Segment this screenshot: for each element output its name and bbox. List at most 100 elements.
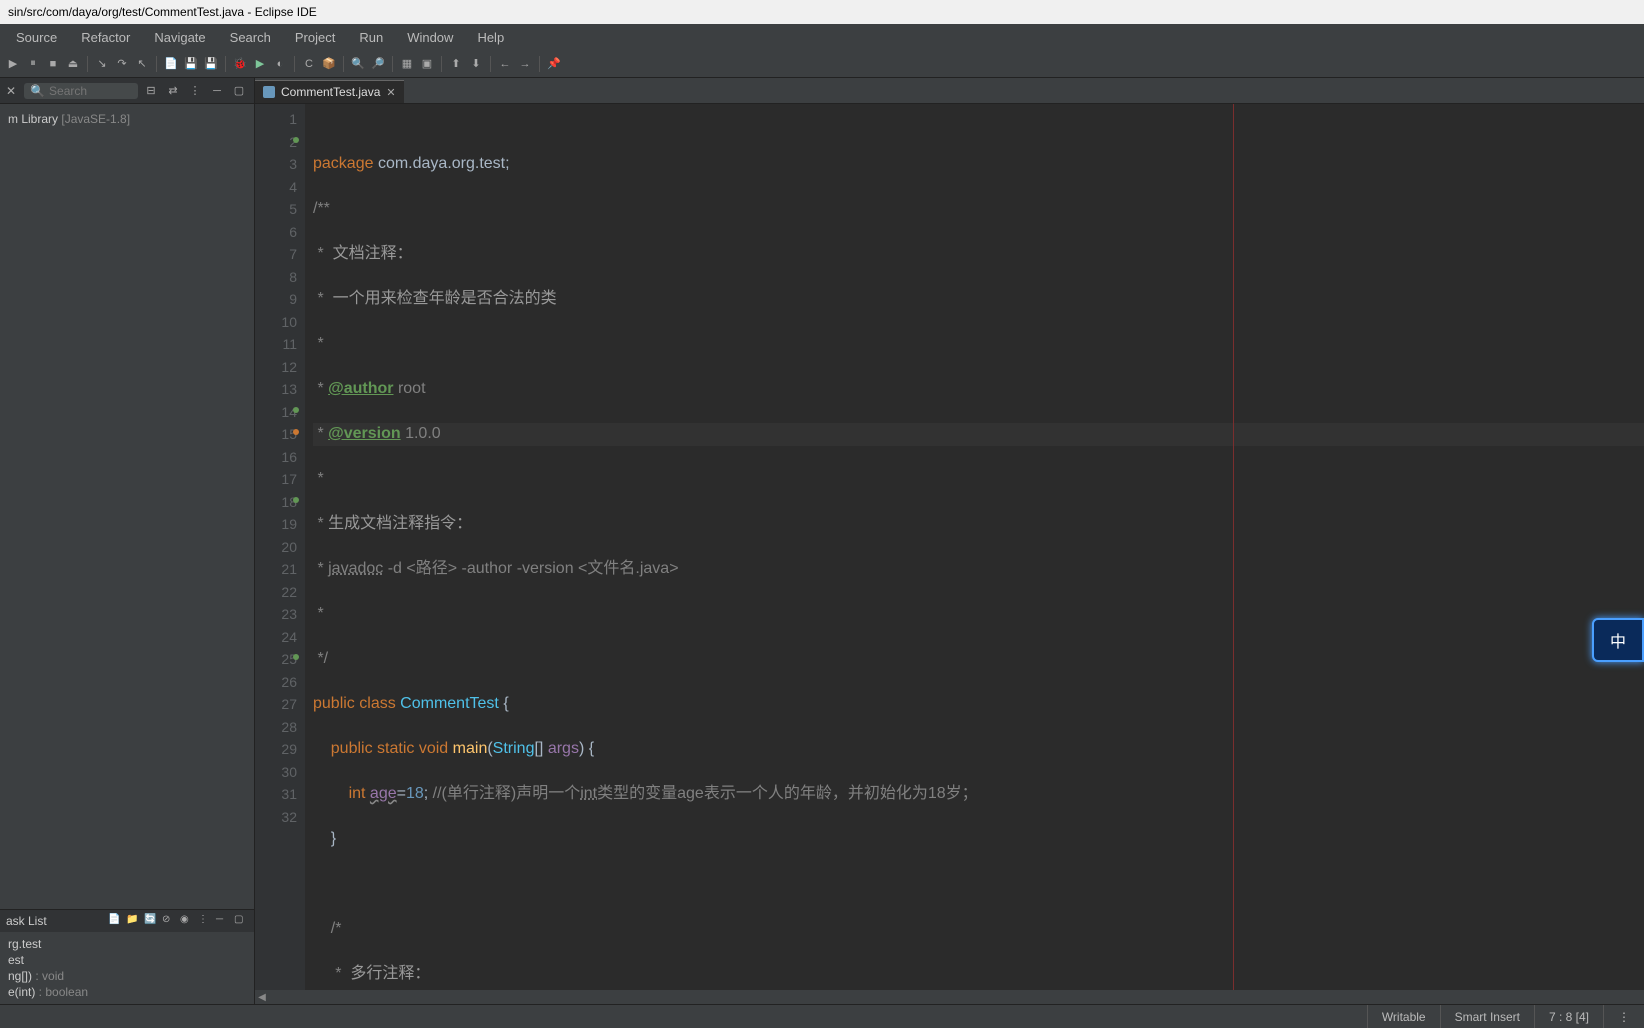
debug-icon[interactable]: 🐞 xyxy=(231,55,249,73)
left-panel: ✕ 🔍 ⊟ ⇄ ⋮ ─ ▢ m Library [JavaSE-1.8] ask… xyxy=(0,78,255,1004)
forward-icon[interactable]: → xyxy=(516,55,534,73)
back-icon[interactable]: ← xyxy=(496,55,514,73)
status-insert-mode: Smart Insert xyxy=(1440,1005,1534,1028)
collapse-all-icon[interactable]: ⊟ xyxy=(142,82,160,100)
search-input[interactable] xyxy=(49,84,132,98)
line-number: 13 xyxy=(255,378,297,401)
toggle-breadcrumb-icon[interactable]: ▦ xyxy=(398,55,416,73)
task-list-panel: ask List 📄 📁 🔄 ⊘ ◉ ⋮ ─ ▢ rg.test est ng[… xyxy=(0,909,254,1004)
annotation-next-icon[interactable]: ⬇ xyxy=(467,55,485,73)
line-number: 1 xyxy=(255,108,297,131)
separator xyxy=(392,56,393,72)
menu-window[interactable]: Window xyxy=(395,27,465,48)
menu-run[interactable]: Run xyxy=(347,27,395,48)
line-number: 14 xyxy=(255,401,297,424)
focus-icon[interactable]: ◉ xyxy=(180,914,194,928)
menu-source[interactable]: Source xyxy=(4,27,69,48)
line-number: 23 xyxy=(255,603,297,626)
maximize-icon[interactable]: ▢ xyxy=(234,914,248,928)
maximize-icon[interactable]: ▢ xyxy=(230,82,248,100)
line-number: 27 xyxy=(255,693,297,716)
resume-icon[interactable]: ▶ xyxy=(4,55,22,73)
save-all-icon[interactable]: 💾 xyxy=(202,55,220,73)
window-title: sin/src/com/daya/org/test/CommentTest.ja… xyxy=(8,5,317,19)
outline-class[interactable]: est xyxy=(4,952,250,968)
search-box[interactable]: 🔍 xyxy=(24,83,138,99)
hide-icon[interactable]: ⊘ xyxy=(162,914,176,928)
scroll-left-icon[interactable]: ◀ xyxy=(255,992,269,1003)
line-number: 9 xyxy=(255,288,297,311)
line-number: 32 xyxy=(255,806,297,829)
editor-tab-commenttest[interactable]: CommentTest.java ✕ xyxy=(255,80,404,103)
outline-package[interactable]: rg.test xyxy=(4,936,250,952)
new-icon[interactable]: 📄 xyxy=(162,55,180,73)
new-package-icon[interactable]: 📦 xyxy=(320,55,338,73)
step-over-icon[interactable]: ↷ xyxy=(113,55,131,73)
status-menu-icon[interactable]: ⋮ xyxy=(1603,1005,1644,1028)
view-menu-icon[interactable]: ⋮ xyxy=(186,82,204,100)
tree-item-library[interactable]: m Library [JavaSE-1.8] xyxy=(4,110,250,128)
stop-icon[interactable]: ■ xyxy=(44,55,62,73)
pause-icon[interactable]: ⏸ xyxy=(24,55,42,73)
tab-label: CommentTest.java xyxy=(281,85,380,99)
link-editor-icon[interactable]: ⇄ xyxy=(164,82,182,100)
line-number-gutter[interactable]: 1 2 3 4 5 6 7 8 9 10 11 12 13 14 15 16 1… xyxy=(255,104,305,990)
new-class-icon[interactable]: C xyxy=(300,55,318,73)
package-explorer-tree[interactable]: m Library [JavaSE-1.8] xyxy=(0,104,254,909)
close-icon[interactable]: ✕ xyxy=(6,84,16,98)
categorize-icon[interactable]: 📁 xyxy=(126,914,140,928)
outline-checkage[interactable]: e(int) : boolean xyxy=(4,984,250,1000)
step-return-icon[interactable]: ↖ xyxy=(133,55,151,73)
line-number: 7 xyxy=(255,243,297,266)
line-number: 19 xyxy=(255,513,297,536)
step-into-icon[interactable]: ↘ xyxy=(93,55,111,73)
line-number: 12 xyxy=(255,356,297,379)
coverage-icon[interactable]: ◐ xyxy=(271,55,289,73)
line-number: 21 xyxy=(255,558,297,581)
separator xyxy=(343,56,344,72)
toggle-mark-icon[interactable]: ▣ xyxy=(418,55,436,73)
line-number: 3 xyxy=(255,153,297,176)
status-bar: Writable Smart Insert 7 : 8 [4] ⋮ xyxy=(0,1004,1644,1028)
separator xyxy=(156,56,157,72)
separator xyxy=(441,56,442,72)
line-number: 10 xyxy=(255,311,297,334)
main-area: ✕ 🔍 ⊟ ⇄ ⋮ ─ ▢ m Library [JavaSE-1.8] ask… xyxy=(0,78,1644,1004)
horizontal-scrollbar[interactable]: ◀ xyxy=(255,990,1644,1004)
outline-main[interactable]: ng[]) : void xyxy=(4,968,250,984)
line-number: 5 xyxy=(255,198,297,221)
menu-navigate[interactable]: Navigate xyxy=(142,27,217,48)
search-icon[interactable]: 🔎 xyxy=(369,55,387,73)
save-icon[interactable]: 💾 xyxy=(182,55,200,73)
line-number: 31 xyxy=(255,783,297,806)
disconnect-icon[interactable]: ⏏ xyxy=(64,55,82,73)
code-editor[interactable]: package com.daya.org.test; /** * 文档注释： *… xyxy=(305,104,1644,990)
menu-search[interactable]: Search xyxy=(218,27,283,48)
close-icon[interactable]: ✕ xyxy=(386,86,395,99)
outline-tree[interactable]: rg.test est ng[]) : void e(int) : boolea… xyxy=(0,932,254,1004)
run-icon[interactable]: ▶ xyxy=(251,55,269,73)
line-number: 28 xyxy=(255,716,297,739)
menu-help[interactable]: Help xyxy=(465,27,516,48)
annotation-prev-icon[interactable]: ⬆ xyxy=(447,55,465,73)
separator xyxy=(87,56,88,72)
line-number: 18 xyxy=(255,491,297,514)
pin-icon[interactable]: 📌 xyxy=(545,55,563,73)
separator xyxy=(490,56,491,72)
line-number: 2 xyxy=(255,131,297,154)
menu-refactor[interactable]: Refactor xyxy=(69,27,142,48)
menu-project[interactable]: Project xyxy=(283,27,347,48)
view-menu-icon[interactable]: ⋮ xyxy=(198,914,212,928)
task-list-title: ask List xyxy=(6,914,47,928)
editor-area: CommentTest.java ✕ 1 2 3 4 5 6 7 8 9 10 … xyxy=(255,78,1644,1004)
new-task-icon[interactable]: 📄 xyxy=(108,914,122,928)
editor-tab-bar: CommentTest.java ✕ xyxy=(255,78,1644,104)
minimize-icon[interactable]: ─ xyxy=(216,914,230,928)
line-number: 22 xyxy=(255,581,297,604)
sync-icon[interactable]: 🔄 xyxy=(144,914,158,928)
print-margin xyxy=(1233,104,1234,990)
minimize-icon[interactable]: ─ xyxy=(208,82,226,100)
ime-indicator[interactable]: 中 xyxy=(1592,618,1644,662)
window-title-bar: sin/src/com/daya/org/test/CommentTest.ja… xyxy=(0,0,1644,24)
open-type-icon[interactable]: 🔍 xyxy=(349,55,367,73)
